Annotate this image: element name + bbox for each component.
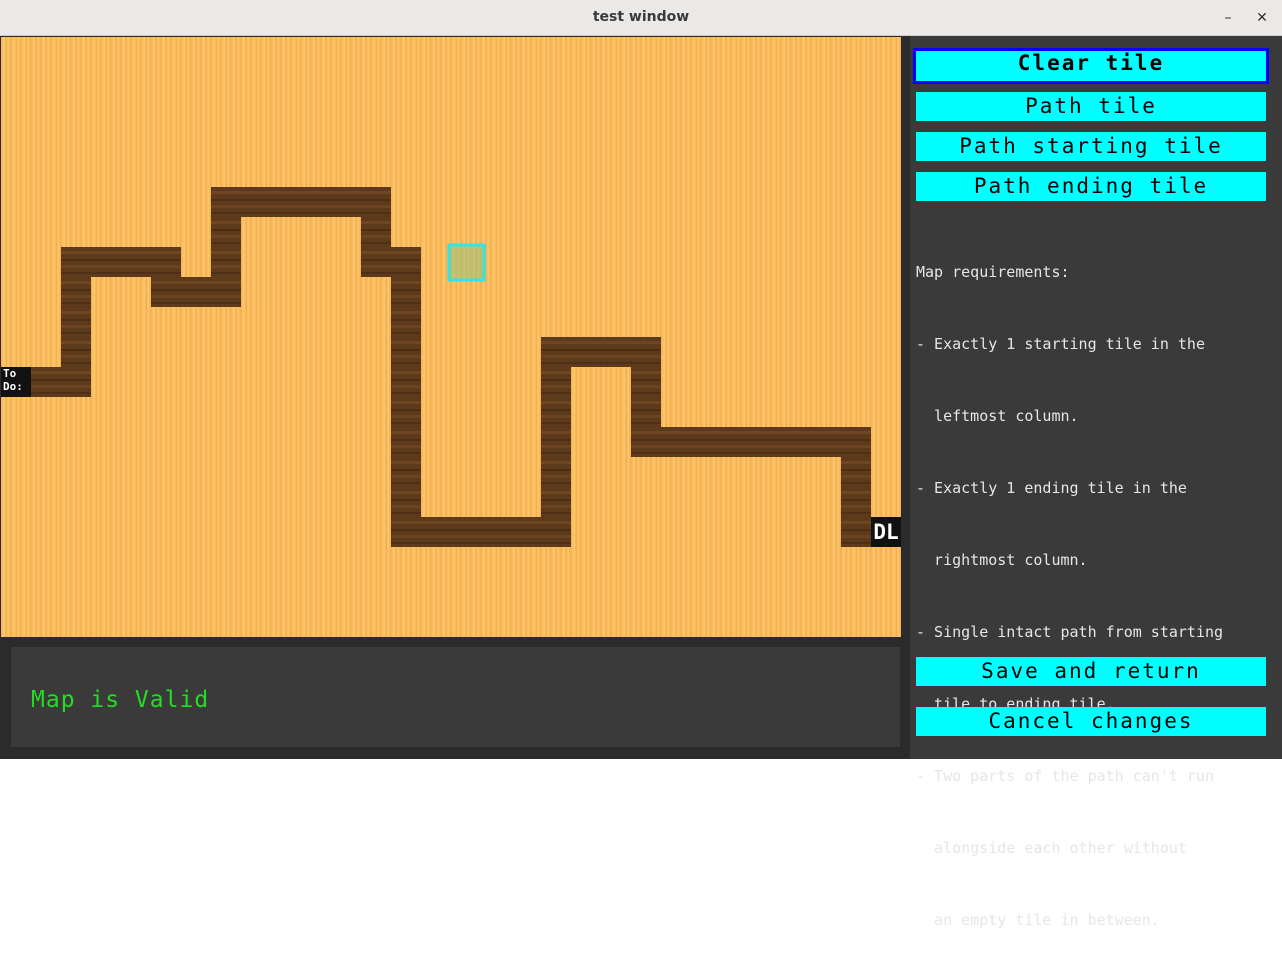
window-title: test window: [592, 9, 690, 25]
map-requirements: Map requirements: - Exactly 1 starting t…: [916, 212, 1276, 980]
path-end-tile-button[interactable]: Path ending tile: [916, 172, 1266, 201]
cancel-changes-button[interactable]: Cancel changes: [916, 707, 1266, 736]
requirement-line: rightmost column.: [916, 551, 1088, 569]
status-panel: Map is Valid: [11, 647, 900, 747]
requirement-line: leftmost column.: [916, 407, 1079, 425]
start-label-line2: Do:: [3, 380, 23, 393]
save-and-return-button[interactable]: Save and return: [916, 657, 1266, 686]
path-start-tile-button[interactable]: Path starting tile: [916, 132, 1266, 161]
start-tile-label: To Do:: [1, 367, 31, 397]
title-bar: test window – ✕: [0, 0, 1282, 36]
minimize-button[interactable]: –: [1218, 8, 1238, 28]
close-button[interactable]: ✕: [1252, 8, 1272, 28]
end-tile-label: DL: [871, 517, 901, 547]
clear-tile-button[interactable]: Clear tile: [913, 48, 1269, 84]
requirement-line: - Two parts of the path can't run: [916, 767, 1215, 785]
requirements-heading: Map requirements:: [916, 263, 1070, 281]
map-path-layer: [1, 187, 901, 547]
requirement-line: an empty tile in between.: [916, 911, 1160, 929]
requirement-line: alongside each other without: [916, 839, 1187, 857]
hover-tile-highlight: [447, 243, 486, 282]
editor-content: To Do: DL Clear tile Path tile Path star…: [0, 36, 1282, 929]
requirement-line: - Exactly 1 ending tile in the: [916, 479, 1187, 497]
requirement-line: - Exactly 1 starting tile in the: [916, 335, 1205, 353]
map-grid[interactable]: To Do: DL: [1, 37, 901, 637]
requirement-line: - Single intact path from starting: [916, 623, 1224, 641]
path-tile-button[interactable]: Path tile: [916, 92, 1266, 121]
validation-status: Map is Valid: [31, 687, 210, 713]
tool-panel: Clear tile Path tile Path starting tile …: [910, 36, 1282, 929]
start-label-line1: To: [3, 367, 17, 380]
path-tiles: [1, 187, 901, 547]
